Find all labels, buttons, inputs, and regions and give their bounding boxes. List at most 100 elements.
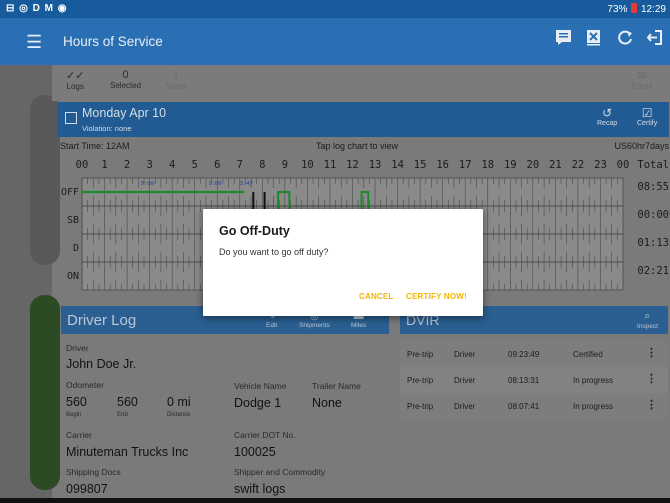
end-label: End [117, 412, 128, 418]
logout-icon[interactable] [646, 29, 663, 51]
distance-value: 0 mi [167, 395, 191, 409]
edit-label: Edit [266, 322, 278, 329]
menu-icon[interactable]: ☰ [26, 32, 42, 53]
chart-header: Start Time: 12AM Tap log chart to view U… [57, 140, 669, 154]
driver-log-title: Driver Log [67, 312, 137, 329]
clock: 12:29 [640, 4, 666, 15]
dvir-row[interactable]: Pre-trip Driver 09:23:49 Certified ⋮ [400, 341, 668, 367]
more-vert-icon[interactable]: ⋮ [646, 372, 657, 385]
email-icon: ✉ [637, 70, 647, 82]
search-icon: ⌕ [644, 310, 651, 322]
carrier-label: Carrier [66, 430, 92, 440]
dvir-row[interactable]: Pre-trip Driver 08:13:31 In progress ⋮ [400, 367, 668, 393]
logs-toolbar: ✓✓ Logs 0 Selected ⇪ Share ✉ Email [52, 65, 670, 101]
inspect-label: Inspect [637, 323, 658, 330]
dvir-who: Driver [454, 402, 476, 411]
dvir-panel: DVIR ⌕ Inspect Pre-trip Driver 09:23:49 C… [400, 306, 668, 503]
vehicle-label: Vehicle Name [234, 381, 287, 391]
row-total: 02:21 [637, 265, 669, 277]
share-label: Share [165, 82, 187, 91]
dvir-type: Pre-trip [407, 376, 434, 385]
odometer-begin: 560 [66, 395, 87, 409]
hour-label: 00 [76, 159, 89, 171]
hour-label: 17 [459, 159, 472, 171]
email-label: Email [632, 82, 653, 91]
cancel-button[interactable]: CANCEL [359, 292, 394, 301]
hour-label: 5 [192, 159, 198, 171]
dvir-type: Pre-trip [407, 350, 434, 359]
certify-now-button[interactable]: CERTIFY NOW! [406, 292, 467, 301]
status-label: D [73, 243, 79, 254]
dot-value: 100025 [234, 445, 276, 459]
shipping-docs-value: 099807 [66, 482, 108, 496]
hour-label: 10 [301, 159, 314, 171]
history-icon: ↺ [602, 106, 613, 120]
message-icon[interactable] [555, 29, 572, 51]
logs-button[interactable]: ✓✓ Logs [66, 69, 84, 91]
dvir-time: 08:07:41 [508, 402, 540, 411]
hour-label: 2 [124, 159, 130, 171]
hour-label: 18 [481, 159, 494, 171]
refresh-icon[interactable] [617, 29, 634, 51]
dvir-status: Certified [573, 350, 603, 359]
close-box-icon[interactable] [585, 29, 602, 51]
hour-label: 14 [391, 159, 404, 171]
carrier-value: Minuteman Trucks Inc [66, 445, 189, 459]
status-right: 73% 12:29 [607, 3, 666, 15]
dvir-time: 08:13:31 [508, 376, 540, 385]
dvir-row[interactable]: Pre-trip Driver 08:07:41 In progress ⋮ [400, 393, 668, 419]
dvir-who: Driver [454, 376, 476, 385]
page-title: Hours of Service [63, 34, 163, 49]
status-icons: ⊟ ◎ D M ◉ [6, 3, 68, 14]
row-total: 00:00 [637, 209, 669, 221]
hour-label: 16 [436, 159, 449, 171]
logs-label: Logs [66, 82, 84, 91]
recap-label: Recap [597, 120, 618, 127]
email-button[interactable]: ✉ Email [632, 69, 652, 91]
left-panel-status [30, 295, 60, 490]
recap-button[interactable]: ↺ Recap [597, 106, 617, 127]
selected-label: Selected [110, 81, 142, 90]
app-bar: ☰ Hours of Service [0, 18, 670, 65]
dvir-time: 09:23:49 [508, 350, 540, 359]
odometer-label: Odometer [66, 380, 104, 390]
cycle-label: US60hr7days [614, 141, 669, 151]
vehicle-value: Dodge 1 [234, 396, 282, 410]
battery-percent: 73% [607, 4, 628, 15]
hour-label: 23 [594, 159, 607, 171]
total-header: Total [637, 159, 669, 171]
hour-label: 9 [282, 159, 288, 171]
distance-label: Distance [167, 412, 191, 418]
hour-label: 19 [504, 159, 517, 171]
hour-label: 20 [527, 159, 540, 171]
more-vert-icon[interactable]: ⋮ [646, 398, 657, 411]
certify-button[interactable]: ☑ Certify [637, 106, 657, 127]
shipments-label: Shipments [299, 322, 330, 329]
shipping-docs-label: Shipping Docs [66, 467, 121, 477]
driver-label: Driver [66, 343, 89, 353]
share-icon: ⇪ [171, 70, 181, 82]
event-marker: 5:00 [141, 181, 154, 187]
hour-label: 12 [346, 159, 359, 171]
commodity-label: Shipper and Commodity [234, 467, 326, 477]
hour-label: 6 [214, 159, 220, 171]
status-label: ON [67, 271, 79, 282]
system-nav-bar [0, 498, 670, 503]
log-select-checkbox[interactable] [65, 112, 77, 124]
check-icon: ✓✓ [66, 70, 85, 82]
hour-label: 3 [146, 159, 152, 171]
row-total: 08:55 [637, 181, 669, 193]
clipboard-check-icon: ☑ [641, 106, 653, 120]
hour-label: 21 [549, 159, 562, 171]
event-marker: 1:00 [208, 181, 221, 187]
more-vert-icon[interactable]: ⋮ [646, 346, 657, 359]
hour-label: 7 [237, 159, 243, 171]
status-label: OFF [61, 187, 79, 198]
dot-label: Carrier DOT No. [234, 430, 296, 440]
chart-hint: Tap log chart to view [316, 141, 399, 151]
commodity-value: swift logs [234, 482, 286, 496]
trailer-value: None [312, 396, 342, 410]
inspect-button[interactable]: ⌕ Inspect [637, 310, 658, 330]
share-button[interactable]: ⇪ Share [165, 69, 186, 91]
violation-text: Violation: none [82, 124, 132, 133]
